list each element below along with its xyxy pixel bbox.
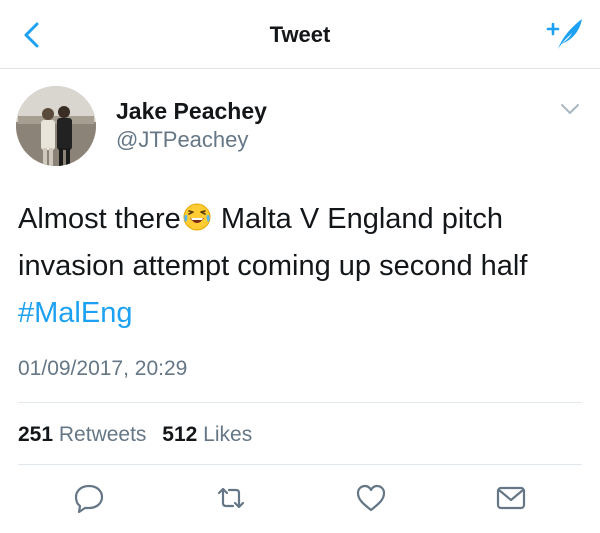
- tweet-text-part: Almost there: [18, 203, 181, 235]
- profile-photo: [16, 86, 96, 166]
- like-icon[interactable]: [355, 482, 387, 514]
- tweet-stats: 251 Retweets 512 Likes: [18, 423, 262, 447]
- reply-icon[interactable]: [73, 482, 105, 514]
- navigation-bar: Tweet: [0, 0, 600, 69]
- tweet-text: Almost there Malta V England pitch invas…: [18, 196, 588, 337]
- chevron-down-icon[interactable]: [560, 102, 580, 116]
- divider: [18, 464, 582, 465]
- divider: [18, 402, 582, 403]
- retweets-count: 251: [18, 423, 54, 446]
- likes-stat[interactable]: 512 Likes: [162, 423, 252, 446]
- retweets-stat[interactable]: 251 Retweets: [18, 423, 146, 446]
- author-name[interactable]: Jake Peachey: [116, 98, 267, 125]
- likes-count: 512: [162, 423, 198, 446]
- share-icon[interactable]: [495, 482, 527, 514]
- page-title: Tweet: [269, 22, 331, 47]
- retweet-icon[interactable]: [215, 482, 247, 514]
- laughing-emoji-icon: [182, 200, 212, 231]
- hashtag-link[interactable]: #MalEng: [18, 297, 132, 329]
- avatar[interactable]: [16, 86, 96, 166]
- retweets-label: Retweets: [58, 423, 147, 446]
- compose-tweet-icon[interactable]: [544, 16, 584, 52]
- tweet-timestamp: 01/09/2017, 20:29: [18, 357, 188, 380]
- author-handle[interactable]: @JTPeachey: [116, 127, 248, 153]
- likes-label: Likes: [203, 423, 253, 446]
